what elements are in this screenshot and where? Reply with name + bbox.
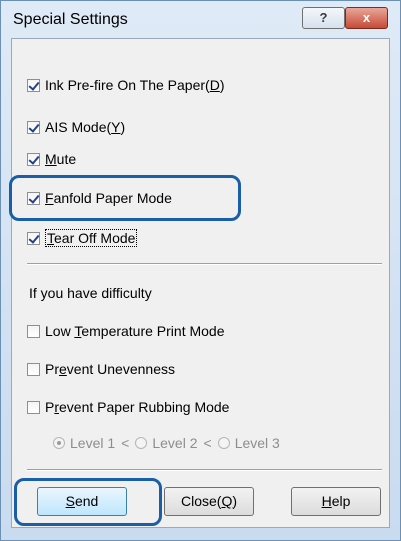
checkbox-tear-off-mode[interactable]: Tear Off Mode <box>27 229 138 247</box>
level-radio-group: Level 1 < Level 2 < Level 3 <box>53 435 280 451</box>
dialog-title: Special Settings <box>13 11 128 28</box>
level-separator: < <box>203 435 212 451</box>
checkbox-icon[interactable] <box>27 191 40 205</box>
checkbox-icon[interactable] <box>27 231 40 245</box>
close-icon[interactable]: x <box>345 7 388 29</box>
title-bar: Special Settings ? x <box>1 1 400 37</box>
level-separator: < <box>121 435 130 451</box>
special-settings-dialog: Special Settings ? x Ink Pre-fire On The… <box>0 0 401 541</box>
help-button[interactable]: Help <box>291 487 381 516</box>
checkbox-prevent-paper-rubbing[interactable]: Prevent Paper Rubbing Mode <box>27 399 229 415</box>
checkbox-fanfold-paper-mode[interactable]: Fanfold Paper Mode <box>27 190 172 206</box>
divider <box>27 263 382 265</box>
radio-level-3[interactable] <box>217 437 230 449</box>
divider <box>27 469 382 471</box>
difficulty-heading: If you have difficulty <box>29 285 152 301</box>
checkbox-ais-mode[interactable]: AIS Mode(Y) <box>27 119 125 135</box>
radio-label-level-1: Level 1 <box>70 435 116 451</box>
checkbox-icon[interactable] <box>27 120 40 134</box>
radio-label-level-3: Level 3 <box>234 435 280 451</box>
checkbox-ink-prefire[interactable]: Ink Pre-fire On The Paper(D) <box>27 77 225 93</box>
close-button[interactable]: Close(Q) <box>164 487 254 516</box>
checkbox-low-temperature[interactable]: Low Temperature Print Mode <box>27 323 225 339</box>
radio-level-2[interactable] <box>135 437 148 449</box>
radio-label-level-2: Level 2 <box>152 435 198 451</box>
checkbox-prevent-unevenness[interactable]: Prevent Unevenness <box>27 361 175 377</box>
checkbox-mute[interactable]: Mute <box>27 151 76 167</box>
checkbox-icon[interactable] <box>27 400 40 414</box>
radio-level-1[interactable] <box>53 437 65 449</box>
send-button[interactable]: Send <box>37 487 127 516</box>
help-icon[interactable]: ? <box>302 7 345 29</box>
checkbox-icon[interactable] <box>27 152 40 166</box>
checkbox-icon[interactable] <box>27 324 40 338</box>
dialog-client-area <box>11 38 390 528</box>
checkbox-icon[interactable] <box>27 362 40 376</box>
checkbox-icon[interactable] <box>27 78 40 92</box>
